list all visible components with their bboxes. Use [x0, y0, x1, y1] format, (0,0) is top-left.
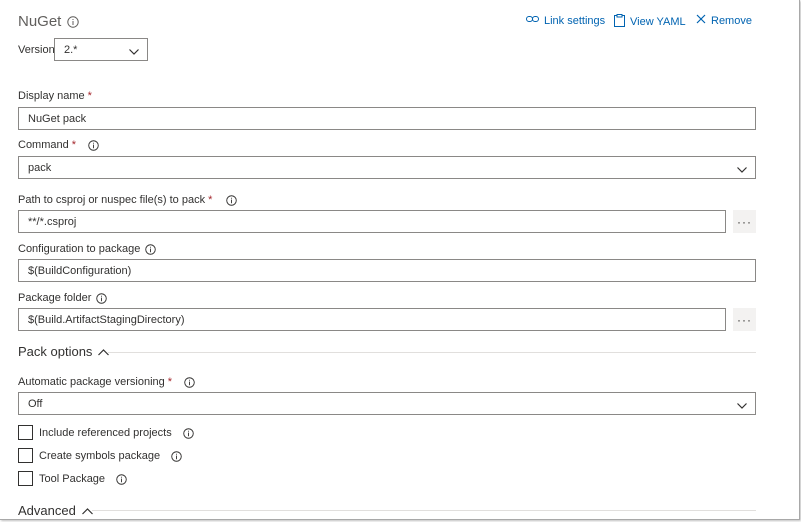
info-icon[interactable] — [88, 139, 99, 151]
advanced-title: Advanced — [18, 503, 76, 518]
include-referenced-projects-label: Include referenced projects — [39, 427, 194, 439]
command-value: pack — [28, 161, 52, 174]
path-value: **/*.csproj — [28, 215, 77, 228]
info-icon[interactable] — [184, 376, 195, 388]
browse-package-folder-button[interactable]: ··· — [733, 308, 756, 331]
required-marker: * — [71, 139, 77, 151]
section-divider — [92, 510, 756, 511]
browse-path-button[interactable]: ··· — [733, 210, 756, 233]
section-divider — [108, 352, 756, 353]
tool-package-text: Tool Package — [39, 473, 106, 485]
create-symbols-package-checkbox[interactable] — [18, 448, 33, 463]
version-label: Version — [18, 44, 55, 56]
info-icon[interactable] — [67, 15, 80, 28]
info-icon[interactable] — [226, 194, 238, 206]
tool-package-label: Tool Package — [39, 473, 127, 485]
link-icon — [526, 14, 539, 27]
configuration-label-text: Configuration to package — [18, 243, 141, 255]
info-icon[interactable] — [116, 473, 127, 485]
link-settings-label: Link settings — [544, 14, 606, 27]
configuration-label: Configuration to package — [18, 243, 157, 255]
clipboard-icon — [614, 14, 625, 30]
versioning-value: Off — [28, 397, 43, 410]
pack-options-header[interactable]: Pack options — [18, 344, 110, 359]
task-header: NuGet — [18, 13, 80, 30]
command-label: Command * — [18, 139, 99, 151]
tool-package-checkbox[interactable] — [18, 471, 33, 486]
display-name-input[interactable]: NuGet pack — [18, 107, 756, 130]
close-icon — [696, 14, 706, 27]
create-symbols-package-text: Create symbols package — [39, 450, 161, 462]
versioning-label-text: Automatic package versioning — [18, 376, 165, 388]
remove-label: Remove — [711, 14, 752, 27]
versioning-label: Automatic package versioning * — [18, 376, 195, 388]
package-folder-label: Package folder — [18, 292, 108, 304]
link-settings-button[interactable]: Link settings — [526, 14, 605, 27]
versioning-select[interactable]: Off — [18, 392, 756, 415]
view-yaml-button[interactable]: View YAML — [614, 14, 686, 30]
display-name-value: NuGet pack — [28, 112, 87, 125]
command-select[interactable]: pack — [18, 156, 756, 179]
required-marker: * — [87, 90, 92, 102]
path-label-text: Path to csproj or nuspec file(s) to pack — [18, 194, 206, 206]
advanced-header[interactable]: Advanced — [18, 503, 93, 518]
chevron-down-icon — [129, 46, 139, 58]
path-label: Path to csproj or nuspec file(s) to pack… — [18, 194, 238, 206]
configuration-input[interactable]: $(BuildConfiguration) — [18, 259, 756, 282]
pack-options-title: Pack options — [18, 344, 93, 359]
required-marker: * — [208, 194, 213, 206]
package-folder-input[interactable]: $(Build.ArtifactStagingDirectory) — [18, 308, 726, 331]
view-yaml-label: View YAML — [630, 16, 686, 28]
info-icon[interactable] — [145, 243, 157, 255]
chevron-down-icon — [737, 400, 747, 412]
path-input[interactable]: **/*.csproj — [18, 210, 726, 233]
display-name-label: Display name * — [18, 90, 92, 102]
display-name-label-text: Display name — [18, 90, 85, 102]
version-value: 2.* — [64, 43, 78, 56]
info-icon[interactable] — [182, 427, 194, 439]
info-icon[interactable] — [96, 292, 108, 304]
info-icon[interactable] — [171, 450, 182, 462]
task-title: NuGet — [18, 13, 62, 30]
configuration-value: $(BuildConfiguration) — [28, 264, 132, 277]
command-label-text: Command — [18, 139, 69, 151]
remove-button[interactable]: Remove — [696, 14, 752, 27]
version-select[interactable]: 2.* — [54, 38, 148, 61]
package-folder-value: $(Build.ArtifactStagingDirectory) — [28, 313, 185, 326]
include-referenced-projects-checkbox[interactable] — [18, 425, 33, 440]
create-symbols-package-label: Create symbols package — [39, 450, 182, 462]
package-folder-label-text: Package folder — [18, 292, 92, 304]
chevron-down-icon — [737, 164, 747, 176]
include-referenced-projects-text: Include referenced projects — [39, 427, 172, 439]
required-marker: * — [167, 376, 173, 388]
